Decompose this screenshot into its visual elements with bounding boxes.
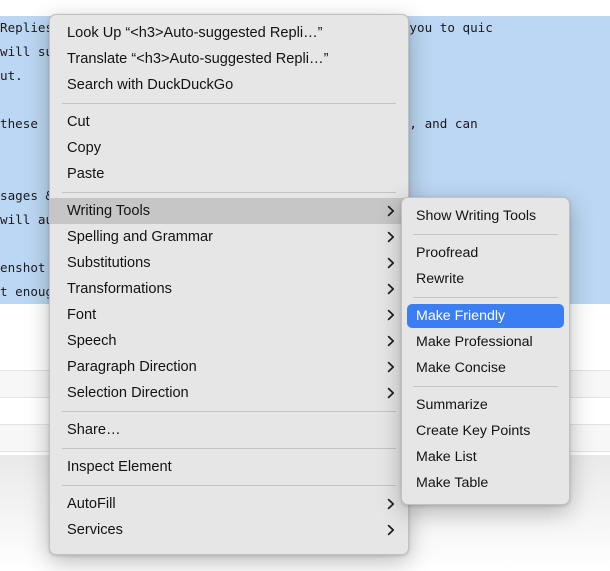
menu-item-label: Summarize [416, 397, 488, 413]
menu-item-make-friendly[interactable]: Make Friendly [402, 303, 569, 329]
menu-item-rewrite[interactable]: Rewrite [402, 266, 569, 292]
menu-item-copy[interactable]: Copy [50, 135, 408, 161]
menu-item-label: Font [67, 307, 97, 323]
menu-item-label: Rewrite [416, 271, 465, 287]
menu-item-label: Proofread [416, 245, 479, 261]
menu-item-make-table[interactable]: Make Table [402, 470, 569, 496]
chevron-right-icon [386, 308, 396, 322]
menu-item-show-writing-tools[interactable]: Show Writing Tools [402, 203, 569, 229]
menu-item-make-professional[interactable]: Make Professional [402, 329, 569, 355]
menu-item-transformations[interactable]: Transformations [50, 276, 408, 302]
menu-item-font[interactable]: Font [50, 302, 408, 328]
menu-item-label: Share… [67, 422, 121, 438]
menu-item-label: Selection Direction [67, 385, 189, 401]
menu-item-share[interactable]: Share… [50, 417, 408, 443]
menu-item-label: Transformations [67, 281, 172, 297]
menu-item-search-with-duckduckgo[interactable]: Search with DuckDuckGo [50, 72, 408, 98]
menu-item-cut[interactable]: Cut [50, 109, 408, 135]
menu-separator [62, 411, 396, 412]
menu-item-label: Writing Tools [67, 203, 151, 219]
writing-tools-submenu[interactable]: Show Writing Tools Proofread Rewrite Make F… [401, 197, 570, 505]
menu-item-inspect-element[interactable]: Inspect Element [50, 454, 408, 480]
chevron-right-icon [386, 204, 396, 218]
menu-separator [413, 234, 558, 235]
menu-item-label: AutoFill [67, 496, 116, 512]
chevron-right-icon [386, 334, 396, 348]
menu-item-summarize[interactable]: Summarize [402, 392, 569, 418]
menu-separator [413, 297, 558, 298]
menu-item-autofill[interactable]: AutoFill [50, 491, 408, 517]
menu-item-label: Show Writing Tools [416, 208, 537, 224]
menu-item-label: Cut [67, 114, 90, 130]
chevron-right-icon [386, 230, 396, 244]
chevron-right-icon [386, 256, 396, 270]
menu-item-substitutions[interactable]: Substitutions [50, 250, 408, 276]
menu-separator [62, 448, 396, 449]
menu-item-services[interactable]: Services [50, 517, 408, 543]
menu-item-proofread[interactable]: Proofread [402, 240, 569, 266]
menu-item-label: Make Professional [416, 334, 533, 350]
menu-separator [413, 386, 558, 387]
menu-item-speech[interactable]: Speech [50, 328, 408, 354]
menu-item-label: Make Table [416, 475, 489, 491]
chevron-right-icon [386, 497, 396, 511]
menu-item-label: Create Key Points [416, 423, 531, 439]
menu-item-label: Speech [67, 333, 117, 349]
menu-item-make-concise[interactable]: Make Concise [402, 355, 569, 381]
menu-item-label: Make Concise [416, 360, 506, 376]
chevron-right-icon [386, 386, 396, 400]
menu-item-label: Look Up “<h3>Auto-suggested Repli…” [67, 25, 323, 41]
menu-item-label: Services [67, 522, 123, 538]
menu-item-label: Paste [67, 166, 105, 182]
menu-item-create-key-points[interactable]: Create Key Points [402, 418, 569, 444]
menu-item-spelling-and-grammar[interactable]: Spelling and Grammar [50, 224, 408, 250]
menu-item-make-list[interactable]: Make List [402, 444, 569, 470]
menu-item-label: Search with DuckDuckGo [67, 77, 234, 93]
menu-separator [62, 103, 396, 104]
context-menu[interactable]: Look Up “<h3>Auto-suggested Repli…” Trans… [49, 14, 409, 555]
menu-item-label: Inspect Element [67, 459, 172, 475]
menu-item-label: Copy [67, 140, 102, 156]
menu-item-label: Paragraph Direction [67, 359, 197, 375]
menu-item-label: Translate “<h3>Auto-suggested Repli…” [67, 51, 329, 67]
menu-item-label: Substitutions [67, 255, 151, 271]
menu-item-paragraph-direction[interactable]: Paragraph Direction [50, 354, 408, 380]
screen: Replies: es, allowing you to quicwill su… [0, 0, 610, 571]
menu-item-label: Make List [416, 449, 477, 465]
menu-item-translate-h3-auto-suggested-repli[interactable]: Translate “<h3>Auto-suggested Repli…” [50, 46, 408, 72]
menu-item-label: Spelling and Grammar [67, 229, 214, 245]
menu-separator [62, 192, 396, 193]
menu-item-writing-tools[interactable]: Writing Tools [50, 198, 408, 224]
chevron-right-icon [386, 282, 396, 296]
menu-separator [62, 485, 396, 486]
menu-item-label: Make Friendly [416, 308, 506, 324]
menu-item-look-up-h3-auto-suggested-repli[interactable]: Look Up “<h3>Auto-suggested Repli…” [50, 20, 408, 46]
menu-item-paste[interactable]: Paste [50, 161, 408, 187]
chevron-right-icon [386, 523, 396, 537]
chevron-right-icon [386, 360, 396, 374]
menu-item-selection-direction[interactable]: Selection Direction [50, 380, 408, 406]
